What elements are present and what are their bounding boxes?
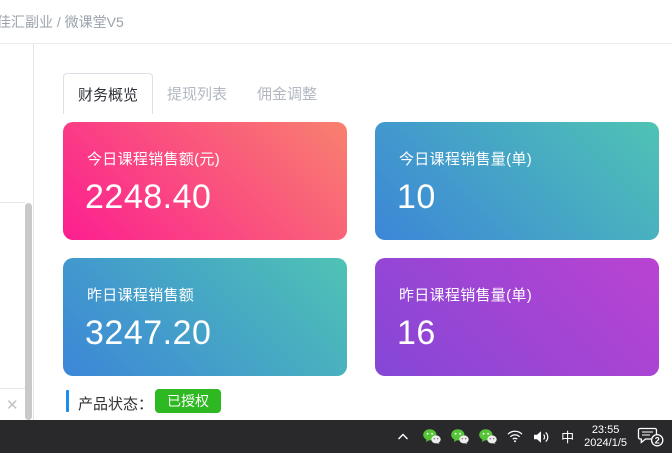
wechat-icon-3[interactable] — [479, 429, 497, 444]
left-panel-bottom-divider — [0, 388, 25, 389]
tab-finance-overview[interactable]: 财务概览 — [63, 73, 153, 114]
clock-time: 23:55 — [592, 424, 620, 436]
card-label: 昨日课程销售量(单) — [399, 284, 532, 305]
wechat-icon-2[interactable] — [451, 429, 469, 444]
card-label: 今日课程销售额(元) — [87, 148, 220, 169]
stat-card-today-sales-count: 今日课程销售量(单) 10 — [375, 122, 659, 240]
card-value: 2248.40 — [85, 178, 211, 217]
card-label: 昨日课程销售额 — [87, 284, 194, 305]
card-label: 今日课程销售量(单) — [399, 148, 532, 169]
tab-commission-adjust[interactable]: 佣金调整 — [257, 73, 317, 114]
status-badge: 已授权 — [155, 389, 221, 413]
close-icon[interactable]: ✕ — [6, 398, 19, 413]
status-accent-bar — [66, 390, 69, 412]
breadcrumb-bar: 佳汇副业 / 微课堂V5 — [0, 0, 672, 44]
taskbar-clock[interactable]: 23:55 2024/1/5 — [584, 424, 627, 450]
taskbar: 中 23:55 2024/1/5 2 — [0, 420, 672, 453]
card-value: 16 — [397, 314, 436, 353]
tray-expand-chevron-icon[interactable] — [397, 433, 409, 441]
tab-label: 佣金调整 — [257, 83, 317, 104]
tab-label: 提现列表 — [167, 83, 227, 104]
clock-date: 2024/1/5 — [584, 437, 627, 449]
screen: 佳汇副业 / 微课堂V5 ✕ 财务概览 提现列表 佣金调整 今日课程销售额(元)… — [0, 0, 672, 453]
tab-label: 财务概览 — [78, 84, 138, 105]
volume-icon[interactable] — [533, 430, 551, 444]
wechat-icon-1[interactable] — [423, 429, 441, 444]
stat-card-yesterday-sales-amount: 昨日课程销售额 3247.20 — [63, 258, 347, 376]
card-value: 10 — [397, 178, 436, 217]
ime-indicator[interactable]: 中 — [561, 427, 574, 446]
status-label: 产品状态： — [78, 393, 153, 414]
stat-card-yesterday-sales-count: 昨日课程销售量(单) 16 — [375, 258, 659, 376]
scrollbar-thumb[interactable] — [25, 203, 32, 420]
action-center-icon[interactable]: 2 — [637, 426, 664, 447]
notification-count: 2 — [655, 435, 660, 445]
breadcrumb[interactable]: 佳汇副业 / 微课堂V5 — [0, 12, 124, 32]
tab-withdrawal-list[interactable]: 提现列表 — [167, 73, 227, 114]
left-panel-top-divider — [0, 202, 25, 203]
card-value: 3247.20 — [85, 314, 211, 353]
wifi-icon[interactable] — [507, 430, 523, 443]
stat-card-today-sales-amount: 今日课程销售额(元) 2248.40 — [63, 122, 347, 240]
